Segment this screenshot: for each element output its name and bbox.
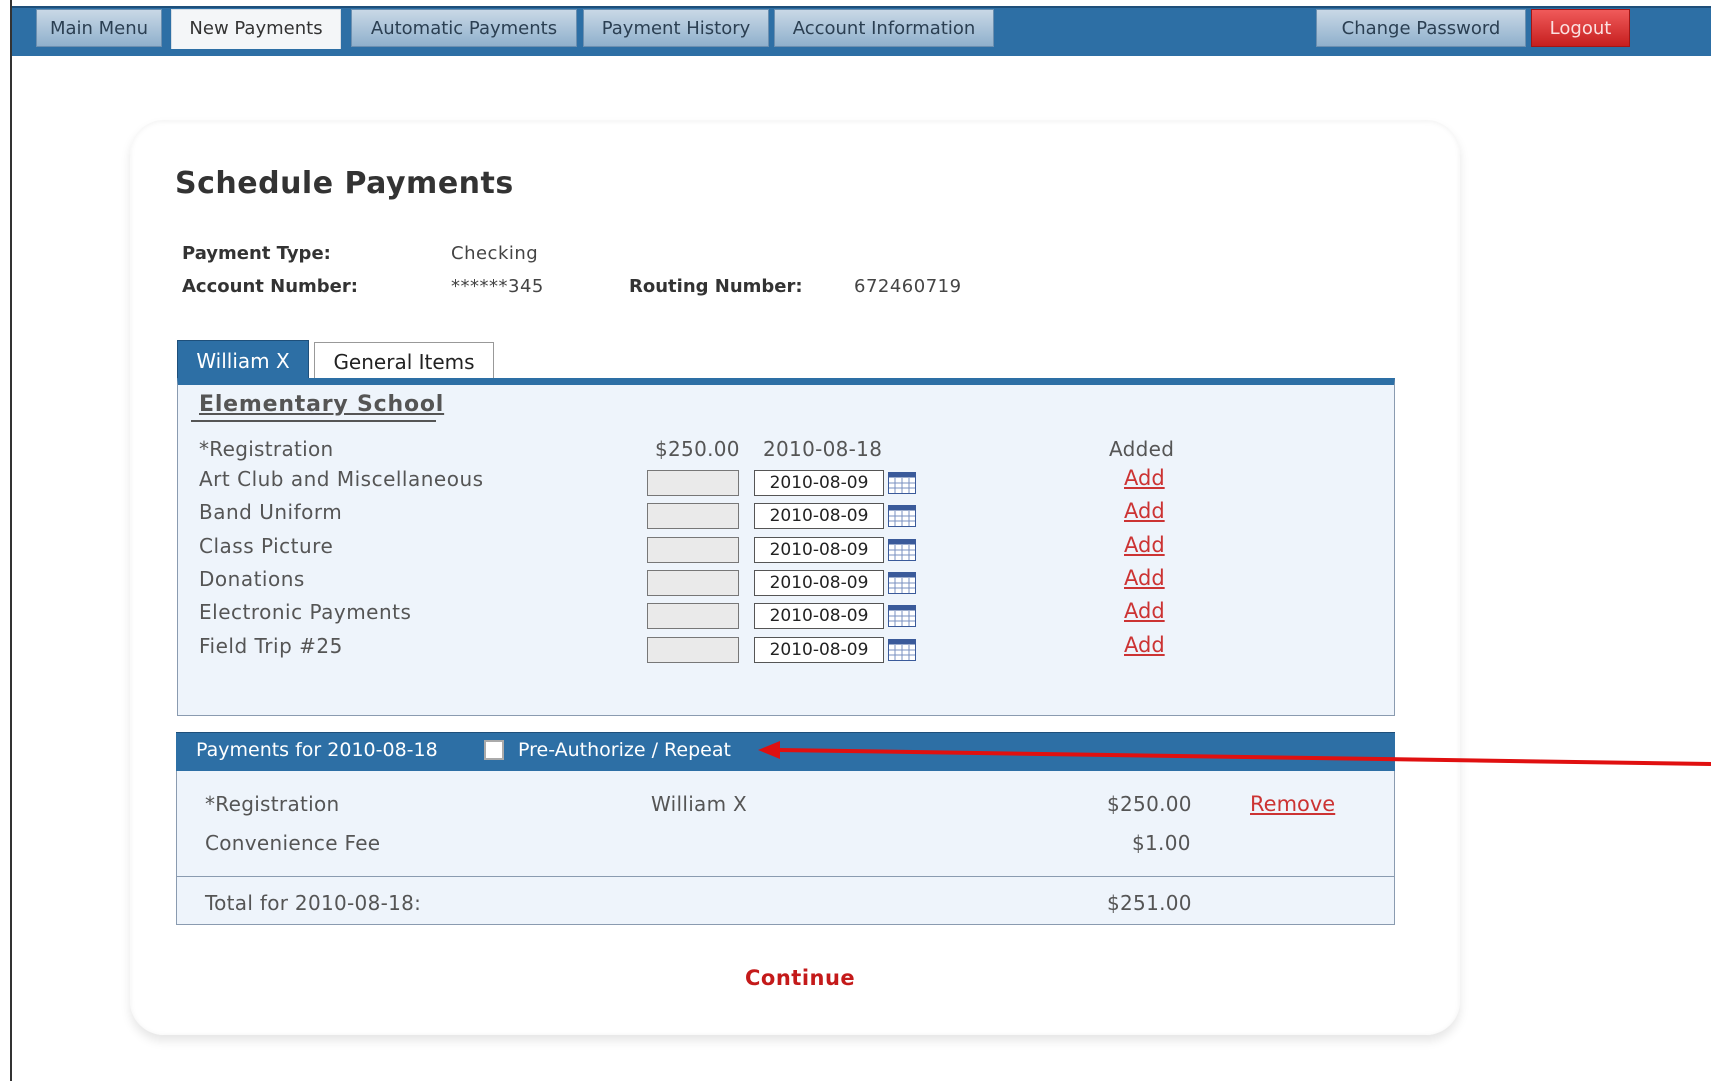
item-date-input[interactable] — [754, 603, 884, 629]
page-title: Schedule Payments — [175, 166, 514, 201]
fee-row-amount: $1.00 — [1132, 831, 1191, 855]
account-number-value: ******345 — [451, 276, 544, 297]
payment-row-student: William X — [651, 792, 748, 816]
item-date-input[interactable] — [754, 470, 884, 496]
item-amount-input[interactable] — [647, 537, 739, 563]
tab-payment-history[interactable]: Payment History — [583, 9, 769, 47]
tab-new-payments[interactable]: New Payments — [171, 9, 341, 49]
add-link[interactable]: Add — [1124, 499, 1165, 523]
preauthorize-checkbox[interactable] — [484, 740, 504, 760]
item-amount-input[interactable] — [647, 503, 739, 529]
left-border — [10, 0, 12, 1081]
tab-account-information[interactable]: Account Information — [774, 9, 994, 47]
payments-header-title: Payments for 2010-08-18 — [196, 739, 438, 761]
registration-status: Added — [1109, 437, 1175, 461]
account-number-label: Account Number: — [182, 276, 358, 297]
preauthorize-label[interactable]: Pre-Authorize / Repeat — [518, 739, 731, 761]
remove-link[interactable]: Remove — [1250, 792, 1335, 816]
add-link[interactable]: Add — [1124, 633, 1165, 657]
total-divider — [177, 876, 1394, 877]
item-name: Art Club and Miscellaneous — [199, 467, 484, 491]
tab-student-william-x[interactable]: William X — [177, 340, 309, 382]
item-date-input[interactable] — [754, 503, 884, 529]
payment-row-name: *Registration — [205, 792, 340, 816]
registration-date: 2010-08-18 — [763, 437, 883, 461]
school-heading: Elementary School — [199, 392, 445, 417]
change-password-button[interactable]: Change Password — [1316, 9, 1526, 47]
total-amount: $251.00 — [1107, 891, 1192, 915]
tab-general-items[interactable]: General Items — [314, 342, 494, 380]
payment-type-value: Checking — [451, 243, 539, 264]
logout-button[interactable]: Logout — [1531, 9, 1630, 47]
add-link[interactable]: Add — [1124, 533, 1165, 557]
routing-number-value: 672460719 — [854, 276, 962, 297]
add-link[interactable]: Add — [1124, 466, 1165, 490]
calendar-icon[interactable] — [888, 639, 916, 661]
item-amount-input[interactable] — [647, 570, 739, 596]
fee-row-name: Convenience Fee — [205, 831, 381, 855]
continue-button[interactable]: Continue — [745, 966, 855, 990]
item-name: Donations — [199, 567, 305, 591]
item-name: Class Picture — [199, 534, 334, 558]
payment-type-label: Payment Type: — [182, 243, 331, 264]
calendar-icon[interactable] — [888, 539, 916, 561]
calendar-icon[interactable] — [888, 505, 916, 527]
tab-automatic-payments[interactable]: Automatic Payments — [351, 9, 577, 47]
total-label: Total for 2010-08-18: — [205, 891, 422, 915]
item-date-input[interactable] — [754, 637, 884, 663]
item-name: Field Trip #25 — [199, 634, 343, 658]
tab-main-menu[interactable]: Main Menu — [36, 9, 162, 47]
item-amount-input[interactable] — [647, 603, 739, 629]
registration-amount: $250.00 — [655, 437, 740, 461]
add-link[interactable]: Add — [1124, 566, 1165, 590]
payment-row-amount: $250.00 — [1107, 792, 1192, 816]
routing-number-label: Routing Number: — [629, 276, 803, 297]
calendar-icon[interactable] — [888, 472, 916, 494]
item-name: Band Uniform — [199, 500, 343, 524]
item-amount-input[interactable] — [647, 637, 739, 663]
school-heading-underline — [191, 420, 436, 422]
registration-name: *Registration — [199, 437, 334, 461]
add-link[interactable]: Add — [1124, 599, 1165, 623]
calendar-icon[interactable] — [888, 572, 916, 594]
item-date-input[interactable] — [754, 570, 884, 596]
item-name: Electronic Payments — [199, 600, 412, 624]
calendar-icon[interactable] — [888, 605, 916, 627]
item-amount-input[interactable] — [647, 470, 739, 496]
item-date-input[interactable] — [754, 537, 884, 563]
